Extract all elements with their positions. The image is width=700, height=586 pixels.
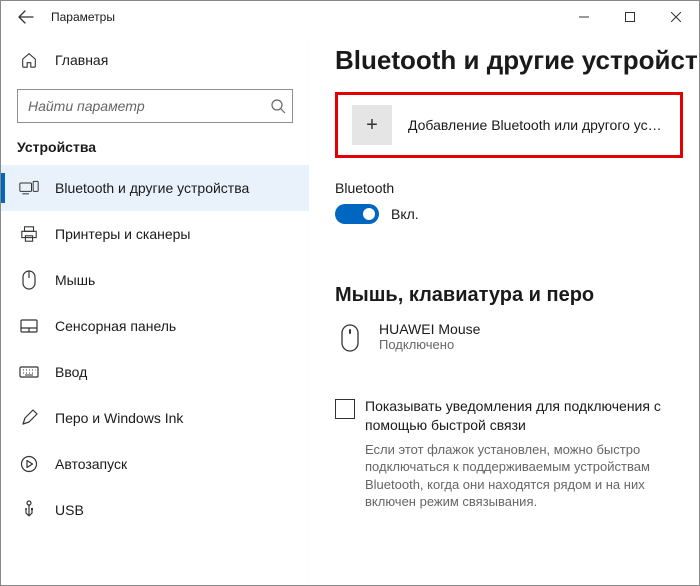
search-icon: [270, 98, 286, 114]
mouse-device-icon: [337, 321, 363, 355]
arrow-left-icon: [18, 9, 34, 25]
touchpad-icon: [19, 316, 39, 336]
sidebar-item-label: Принтеры и сканеры: [55, 226, 190, 242]
device-name: HUAWEI Mouse: [379, 321, 480, 337]
toggle-knob: [363, 208, 375, 220]
search-box[interactable]: [17, 89, 293, 123]
sidebar-item-pen[interactable]: Перо и Windows Ink: [1, 395, 309, 441]
window-controls: [561, 1, 699, 33]
sidebar-item-bluetooth[interactable]: Bluetooth и другие устройства: [1, 165, 309, 211]
device-item[interactable]: HUAWEI Mouse Подключено: [335, 321, 699, 355]
devices-icon: [19, 178, 39, 198]
bluetooth-label: Bluetooth: [335, 180, 699, 196]
swift-pair-hint: Если этот флажок установлен, можно быстр…: [335, 441, 699, 511]
window-body: Главная Устройства Bluetooth и другие ус…: [1, 33, 699, 585]
sidebar-item-printers[interactable]: Принтеры и сканеры: [1, 211, 309, 257]
sidebar-item-label: Сенсорная панель: [55, 318, 176, 334]
titlebar: Параметры: [1, 1, 699, 33]
bluetooth-toggle-row: Вкл.: [335, 204, 699, 224]
add-device-button[interactable]: + Добавление Bluetooth или другого устро…: [335, 92, 683, 158]
swift-pair-row: Показывать уведомления для подключения с…: [335, 397, 699, 435]
sidebar: Главная Устройства Bluetooth и другие ус…: [1, 33, 309, 585]
mouse-icon: [19, 270, 39, 290]
device-status: Подключено: [379, 337, 480, 352]
sidebar-section: Устройства: [1, 133, 309, 165]
sidebar-item-label: Автозапуск: [55, 456, 127, 472]
keyboard-icon: [19, 362, 39, 382]
usb-icon: [19, 500, 39, 520]
home-label: Главная: [55, 52, 108, 68]
swift-pair-label: Показывать уведомления для подключения с…: [365, 397, 689, 435]
printer-icon: [19, 224, 39, 244]
maximize-icon: [625, 12, 635, 22]
sidebar-item-touchpad[interactable]: Сенсорная панель: [1, 303, 309, 349]
home-icon: [19, 51, 39, 69]
close-button[interactable]: [653, 1, 699, 33]
minimize-icon: [579, 12, 589, 22]
sidebar-item-label: USB: [55, 502, 84, 518]
settings-window: Параметры Главная Устройства: [0, 0, 700, 586]
back-button[interactable]: [15, 6, 37, 28]
sidebar-item-usb[interactable]: USB: [1, 487, 309, 533]
sidebar-item-mouse[interactable]: Мышь: [1, 257, 309, 303]
search-input[interactable]: [28, 98, 270, 114]
device-info: HUAWEI Mouse Подключено: [379, 321, 480, 352]
sidebar-item-label: Bluetooth и другие устройства: [55, 180, 249, 196]
plus-icon: +: [352, 105, 392, 145]
bluetooth-toggle[interactable]: [335, 204, 379, 224]
maximize-button[interactable]: [607, 1, 653, 33]
window-title: Параметры: [51, 10, 561, 24]
minimize-button[interactable]: [561, 1, 607, 33]
group-heading: Мышь, клавиатура и перо: [335, 284, 699, 307]
bluetooth-state: Вкл.: [391, 206, 419, 222]
home-link[interactable]: Главная: [1, 39, 309, 81]
sidebar-item-typing[interactable]: Ввод: [1, 349, 309, 395]
sidebar-item-label: Ввод: [55, 364, 87, 380]
close-icon: [671, 12, 681, 22]
main-panel: Bluetooth и другие устройства + Добавлен…: [309, 33, 699, 585]
add-device-label: Добавление Bluetooth или другого устройс…: [408, 117, 666, 133]
sidebar-item-autoplay[interactable]: Автозапуск: [1, 441, 309, 487]
sidebar-item-label: Перо и Windows Ink: [55, 410, 183, 426]
pen-icon: [19, 408, 39, 428]
sidebar-item-label: Мышь: [55, 272, 95, 288]
sidebar-nav: Bluetooth и другие устройства Принтеры и…: [1, 165, 309, 533]
page-title: Bluetooth и другие устройства: [335, 45, 699, 76]
autoplay-icon: [19, 454, 39, 474]
swift-pair-checkbox[interactable]: [335, 399, 355, 419]
